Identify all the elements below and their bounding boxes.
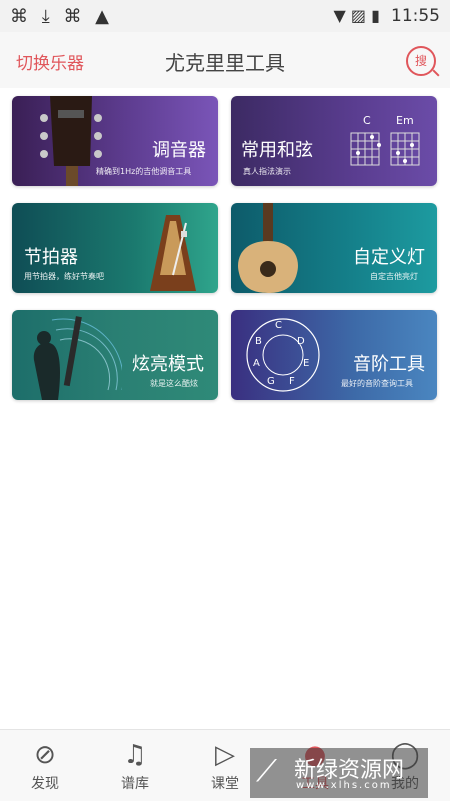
watermark: ⟋ 新绿资源网 www.xlhs.com	[250, 748, 428, 798]
compass-icon: ⊘	[34, 740, 56, 770]
music-note-icon: ♫	[123, 740, 147, 770]
download-icon: ⤓	[41, 6, 54, 27]
tab-label: 谱库	[121, 776, 149, 792]
card-title: 常用和弦	[241, 140, 313, 161]
performer-image	[33, 316, 122, 400]
card-title: 自定义灯	[353, 247, 425, 268]
dazzle-mode-card[interactable]: 炫亮模式 就是这么酷炫	[12, 310, 218, 400]
battery-icon: ▮	[371, 6, 380, 25]
metronome-card[interactable]: 节拍器 用节拍器，练好节奏吧	[12, 203, 218, 293]
card-subtitle: 精确到1Hz的吉他调音工具	[96, 167, 192, 176]
card-title: 节拍器	[24, 247, 78, 268]
card-title: 调音器	[152, 140, 206, 161]
note-wheel-image	[246, 318, 320, 392]
notification-icons: ⌘ ⤓ ⌘ ▲	[10, 6, 113, 27]
tuner-card[interactable]: 调音器 精确到1Hz的吉他调音工具	[12, 96, 218, 186]
card-subtitle: 自定吉他亮灯	[370, 272, 418, 281]
note-label: D	[297, 336, 305, 347]
card-subtitle: 最好的音阶查询工具	[341, 379, 413, 388]
tab-library[interactable]: ♫ 谱库	[90, 730, 180, 801]
watermark-logo-icon: ⟋	[256, 754, 277, 789]
note-label: A	[253, 358, 260, 369]
chord-diagram	[350, 132, 420, 166]
search-icon[interactable]: 搜	[406, 46, 436, 76]
metronome-image	[150, 215, 196, 291]
card-subtitle: 就是这么酷炫	[150, 379, 198, 388]
note-label: C	[275, 320, 282, 331]
scale-tool-card[interactable]: C D E F G A B 音阶工具 最好的音阶查询工具	[231, 310, 437, 400]
guitar-body-image	[238, 203, 298, 293]
wifi-icon: ▼	[333, 6, 346, 25]
bug-icon: ⌘	[10, 6, 32, 27]
chord-label: Em	[396, 114, 414, 127]
card-title: 炫亮模式	[132, 354, 204, 375]
chord-label: C	[363, 114, 371, 127]
tab-discover[interactable]: ⊘ 发现	[0, 730, 90, 801]
app-header: 切换乐器 尤克里里工具 搜	[0, 32, 450, 88]
custom-light-card[interactable]: 自定义灯 自定吉他亮灯	[231, 203, 437, 293]
note-label: E	[303, 358, 310, 369]
status-time: 11:55	[391, 6, 440, 26]
note-label: B	[255, 336, 262, 347]
card-subtitle: 用节拍器，练好节奏吧	[24, 272, 104, 281]
status-bar: ⌘ ⤓ ⌘ ▲ ▼ ▨ ▮ 11:55	[0, 0, 450, 32]
card-title: 音阶工具	[353, 354, 425, 375]
note-label: F	[289, 376, 295, 387]
no-sim-icon: ▨	[350, 6, 366, 25]
watermark-url: www.xlhs.com	[296, 780, 392, 791]
note-label: G	[267, 376, 275, 387]
chords-card[interactable]: 常用和弦 真人指法演示 C Em	[231, 96, 437, 186]
warning-icon: ▲	[95, 6, 114, 27]
system-icons: ▼ ▨ ▮ 11:55	[333, 6, 440, 26]
tab-label: 发现	[31, 776, 59, 792]
page-title: 尤克里里工具	[165, 51, 285, 75]
card-subtitle: 真人指法演示	[243, 167, 291, 176]
bug-icon: ⌘	[63, 6, 86, 27]
